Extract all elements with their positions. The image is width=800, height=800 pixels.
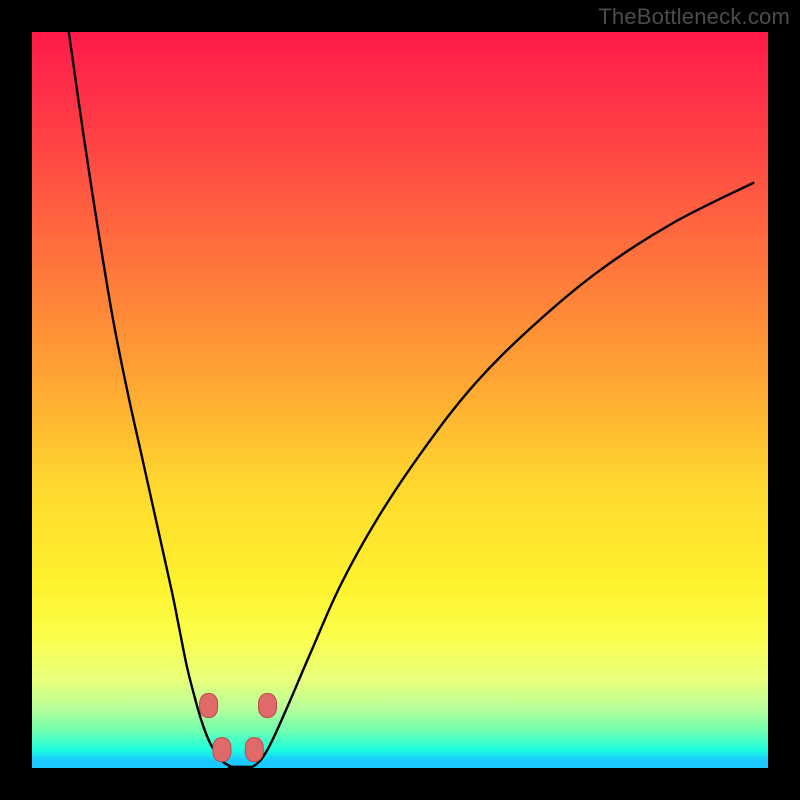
- valley-marker-3: [245, 738, 263, 762]
- plot-area: [32, 32, 768, 768]
- watermark-text: TheBottleneck.com: [598, 4, 790, 30]
- valley-marker-1: [259, 693, 277, 717]
- curve-layer: [32, 32, 768, 768]
- valley-marker-0: [200, 693, 218, 717]
- valley-marker-2: [213, 738, 231, 762]
- bottleneck-curve: [69, 32, 753, 767]
- valley-markers: [200, 693, 277, 761]
- chart-frame: TheBottleneck.com: [0, 0, 800, 800]
